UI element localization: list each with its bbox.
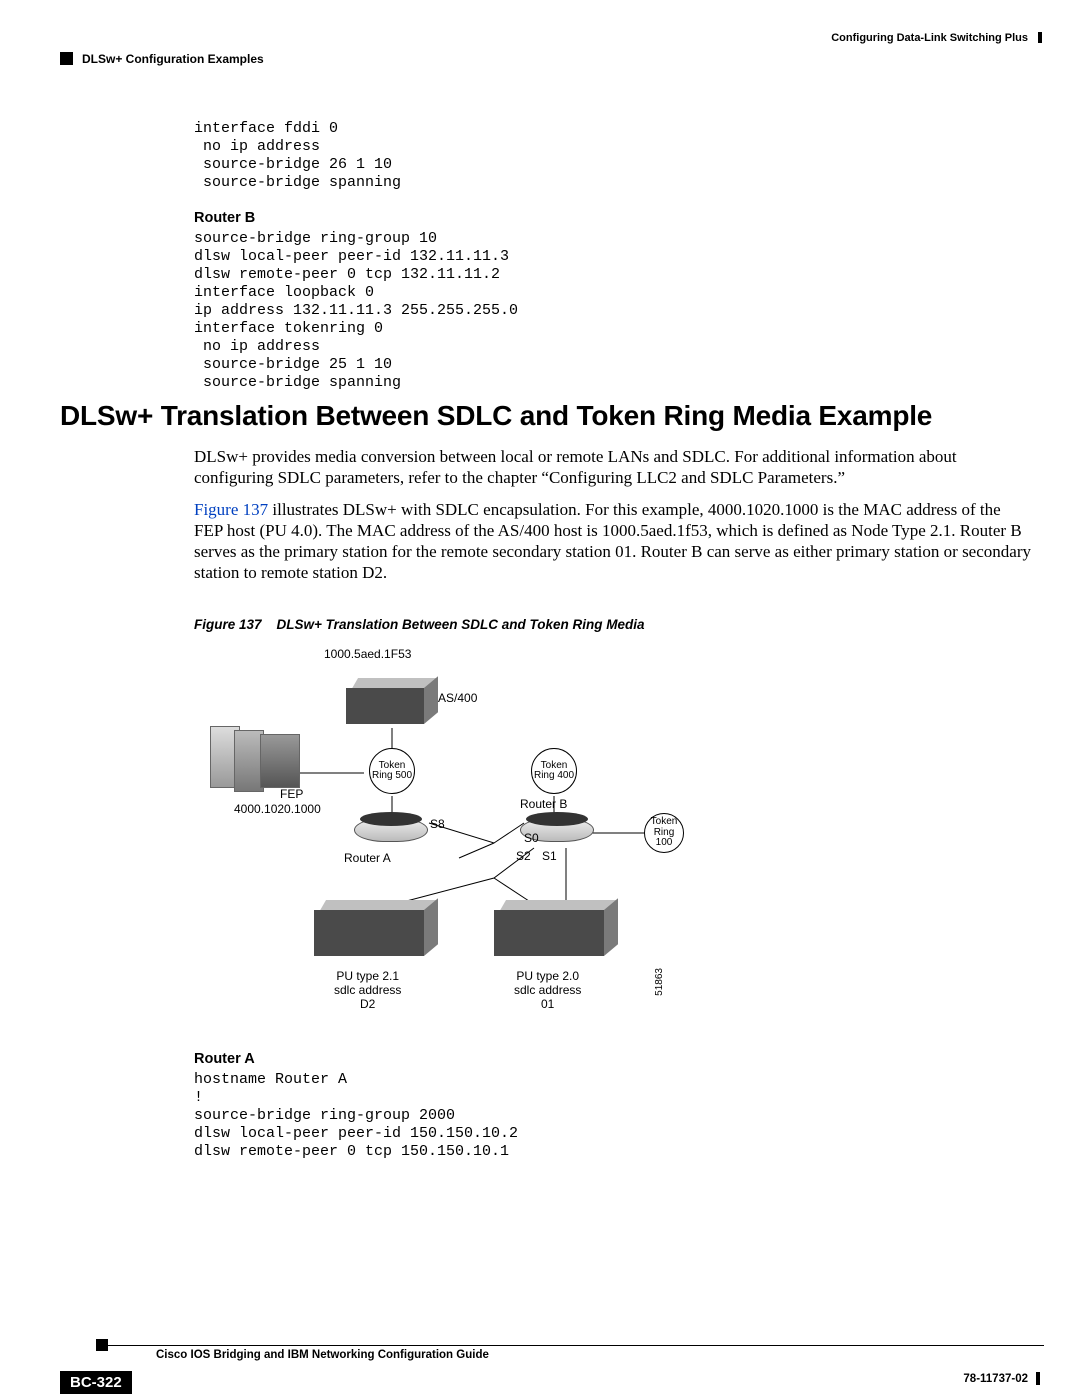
figure-caption: Figure 137 DLSw+ Translation Between SDL… <box>194 617 644 632</box>
section-marker <box>60 52 73 65</box>
page: Configuring Data-Link Switching Plus DLS… <box>0 0 1080 1397</box>
token-ring-100: Token Ring 100 <box>644 813 684 853</box>
fep-shape <box>210 726 296 796</box>
doc-number: 78-11737-02 <box>963 1373 1028 1385</box>
token-ring-400-label: Token Ring 400 <box>532 761 576 782</box>
as400-label: AS/400 <box>438 692 477 706</box>
code-block-3: hostname Router A ! source-bridge ring-g… <box>194 1071 1032 1161</box>
footer-small-bar <box>1036 1372 1040 1385</box>
pu20-label: PU type 2.0 sdlc address 01 <box>514 970 581 1011</box>
header-section: DLSw+ Configuration Examples <box>82 52 264 66</box>
code-block-2: source-bridge ring-group 10 dlsw local-p… <box>194 230 1032 392</box>
pu20-shape <box>494 900 614 960</box>
token-ring-500: Token Ring 500 <box>369 748 415 794</box>
code-block-1: interface fddi 0 no ip address source-br… <box>194 120 1032 192</box>
fep-label: FEP <box>280 788 303 802</box>
figure-caption-prefix: Figure 137 <box>194 617 262 632</box>
figure-link[interactable]: Figure 137 <box>194 500 268 519</box>
body-area: interface fddi 0 no ip address source-br… <box>194 120 1032 410</box>
as400-mac-label: 1000.5aed.1F53 <box>324 648 411 662</box>
router-a-section: Router A hostname Router A ! source-brid… <box>194 1045 1032 1179</box>
figure-diagram: 1000.5aed.1F53 AS/400 FEP 4000.1020.1000… <box>194 648 754 1028</box>
router-a-label: Router A <box>344 852 391 866</box>
main-heading: DLSw+ Translation Between SDLC and Token… <box>60 400 932 432</box>
token-ring-500-label: Token Ring 500 <box>370 761 414 782</box>
footer-rule <box>106 1345 1044 1346</box>
para-2-rest: illustrates DLSw+ with SDLC encapsulatio… <box>194 500 1031 583</box>
fep-mac-label: 4000.1020.1000 <box>234 803 321 817</box>
para-1: DLSw+ provides media conversion between … <box>194 446 1032 489</box>
pu21-label: PU type 2.1 sdlc address D2 <box>334 970 401 1011</box>
router-a-heading: Router A <box>194 1051 1032 1067</box>
s2-label: S2 <box>516 850 531 864</box>
footer-guide: Cisco IOS Bridging and IBM Networking Co… <box>156 1349 489 1361</box>
s8-label: S8 <box>430 818 445 832</box>
para-2: Figure 137 illustrates DLSw+ with SDLC e… <box>194 499 1032 584</box>
router-b-heading: Router B <box>194 210 1032 226</box>
figure-caption-title: DLSw+ Translation Between SDLC and Token… <box>277 617 645 632</box>
router-a-shape <box>354 808 428 846</box>
figure-ref-id: 51863 <box>654 968 665 996</box>
header-chapter: Configuring Data-Link Switching Plus <box>831 32 1028 44</box>
header-bar <box>1038 32 1042 43</box>
pu21-shape <box>314 900 434 960</box>
as400-shape <box>346 678 432 726</box>
router-b-label: Router B <box>520 798 567 812</box>
token-ring-400: Token Ring 400 <box>531 748 577 794</box>
s1-label: S1 <box>542 850 557 864</box>
s0-label: S0 <box>524 832 539 846</box>
paragraphs: DLSw+ provides media conversion between … <box>194 446 1032 594</box>
page-number: BC-322 <box>60 1371 132 1394</box>
token-ring-100-label: Token Ring 100 <box>645 817 683 849</box>
